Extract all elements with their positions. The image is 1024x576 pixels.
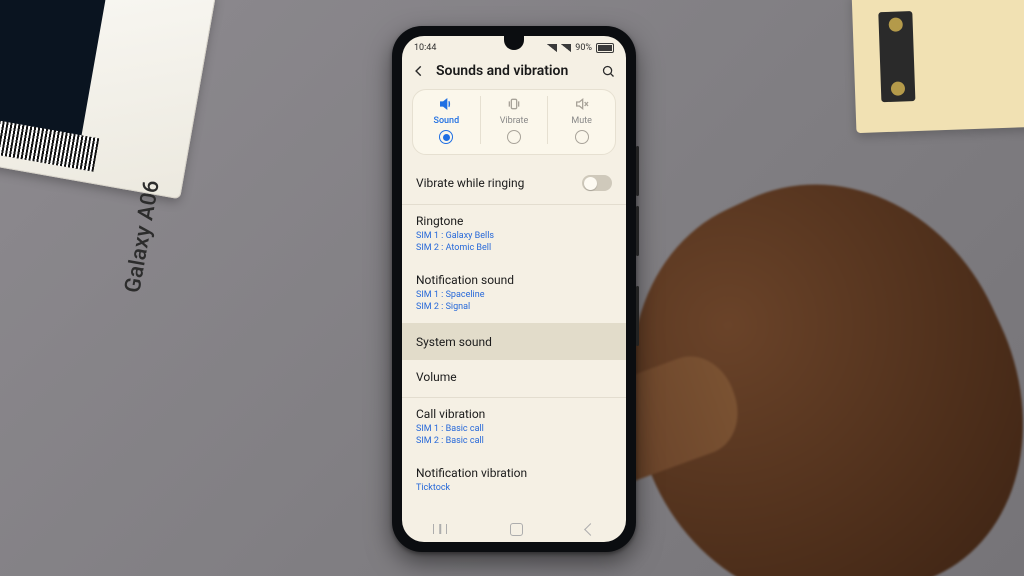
clock: 10:44 xyxy=(414,43,436,53)
toggle-switch[interactable] xyxy=(582,175,612,191)
hinge xyxy=(878,11,915,102)
search-button[interactable] xyxy=(601,64,616,79)
battery-pct: 90% xyxy=(575,43,592,53)
radio-icon xyxy=(507,130,521,144)
page-header: Sounds and vibration xyxy=(402,57,626,89)
row-title: Notification vibration xyxy=(416,466,612,480)
mute-icon xyxy=(574,96,590,112)
mode-label: Sound xyxy=(434,116,460,126)
sound-mode-group: Sound Vibrate Mute xyxy=(412,89,616,155)
signal-icon xyxy=(561,44,571,52)
signal-icon xyxy=(547,44,557,52)
row-title: System sound xyxy=(416,335,612,349)
notification-vibration-row[interactable]: Notification vibration Ticktock xyxy=(402,456,626,503)
product-box: Galaxy A06 xyxy=(0,0,216,199)
desk-scene: Galaxy A06 10:44 90% xyxy=(0,0,1024,576)
radio-icon xyxy=(439,130,453,144)
mode-label: Mute xyxy=(571,116,592,126)
vibrate-while-ringing-row[interactable]: Vibrate while ringing xyxy=(402,165,626,200)
nav-recent-button[interactable] xyxy=(433,524,447,534)
battery-icon xyxy=(596,43,614,53)
vol-down-button[interactable] xyxy=(636,206,639,256)
row-title: Call vibration xyxy=(416,407,612,421)
wooden-block xyxy=(852,0,1024,133)
row-title: Notification sound xyxy=(416,273,612,287)
page-title: Sounds and vibration xyxy=(436,63,591,79)
vol-up-button[interactable] xyxy=(636,146,639,196)
ringtone-row[interactable]: Ringtone SIM 1 : Galaxy BellsSIM 2 : Ato… xyxy=(402,204,626,263)
row-title: Ringtone xyxy=(416,214,612,228)
mode-vibrate[interactable]: Vibrate xyxy=(481,96,549,144)
system-sound-row[interactable]: System sound xyxy=(402,323,626,360)
row-title: Volume xyxy=(416,370,612,384)
radio-icon xyxy=(575,130,589,144)
nav-bar xyxy=(402,516,626,542)
box-label: Galaxy A06 xyxy=(120,178,164,295)
mode-label: Vibrate xyxy=(500,116,528,126)
row-subtitle: Ticktock xyxy=(416,482,612,494)
row-subtitle: SIM 1 : Basic callSIM 2 : Basic call xyxy=(416,423,612,447)
power-button[interactable] xyxy=(636,286,639,346)
phone-screen: 10:44 90% Sounds and vibration xyxy=(402,36,626,542)
back-button[interactable] xyxy=(412,64,426,78)
row-title: Vibrate while ringing xyxy=(416,176,524,190)
row-subtitle: SIM 1 : SpacelineSIM 2 : Signal xyxy=(416,289,612,313)
row-subtitle: SIM 1 : Galaxy BellsSIM 2 : Atomic Bell xyxy=(416,230,612,254)
vibrate-icon xyxy=(506,96,522,112)
nav-back-button[interactable] xyxy=(584,523,597,536)
sound-icon xyxy=(438,96,454,112)
notification-sound-row[interactable]: Notification sound SIM 1 : SpacelineSIM … xyxy=(402,263,626,322)
nav-home-button[interactable] xyxy=(510,523,523,536)
mode-mute[interactable]: Mute xyxy=(548,96,615,144)
volume-row[interactable]: Volume xyxy=(402,360,626,393)
call-vibration-row[interactable]: Call vibration SIM 1 : Basic callSIM 2 :… xyxy=(402,397,626,456)
mode-sound[interactable]: Sound xyxy=(413,96,481,144)
phone-body: 10:44 90% Sounds and vibration xyxy=(392,26,636,552)
